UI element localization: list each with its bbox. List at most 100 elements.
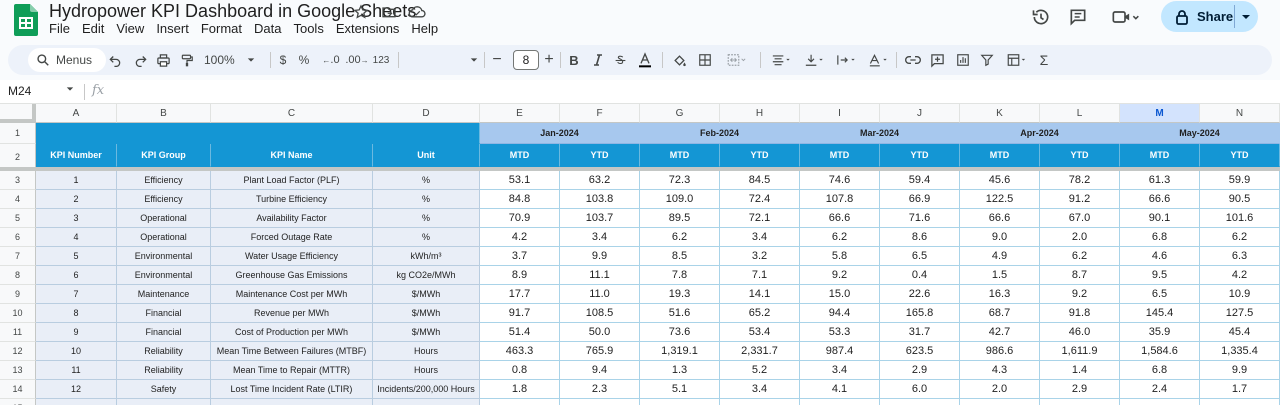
insert-chart-icon[interactable] <box>954 50 972 70</box>
value-cell[interactable]: 103.8 <box>560 190 640 209</box>
kpi-unit-cell[interactable]: % <box>373 209 480 228</box>
kpi-name-cell[interactable]: Revenue per MWh <box>211 304 373 323</box>
value-cell[interactable]: 53.4 <box>720 323 800 342</box>
value-cell[interactable]: 127.5 <box>1200 304 1280 323</box>
value-cell[interactable]: 91.7 <box>480 304 560 323</box>
value-cell[interactable]: 53.1 <box>480 171 560 190</box>
value-cell[interactable]: 6.2 <box>1200 228 1280 247</box>
empty-cell[interactable] <box>1040 399 1120 405</box>
borders-icon[interactable] <box>696 50 714 70</box>
value-cell[interactable]: 101.6 <box>1200 209 1280 228</box>
empty-cell[interactable] <box>211 399 373 405</box>
value-cell[interactable]: 6.8 <box>1120 361 1200 380</box>
value-cell[interactable]: 4.1 <box>800 380 880 399</box>
value-cell[interactable]: 6.2 <box>800 228 880 247</box>
period-header[interactable]: YTD <box>560 144 640 167</box>
kpi-name-cell[interactable]: Mean Time to Repair (MTTR) <box>211 361 373 380</box>
period-header[interactable]: MTD <box>1120 144 1200 167</box>
header-band[interactable] <box>36 123 480 144</box>
value-cell[interactable]: 16.3 <box>960 285 1040 304</box>
kpi-number-cell[interactable]: 3 <box>36 209 117 228</box>
value-cell[interactable]: 3.4 <box>720 228 800 247</box>
value-cell[interactable]: 6.2 <box>1040 247 1120 266</box>
menu-format[interactable]: Format <box>195 21 248 37</box>
name-box[interactable]: M24 <box>8 84 80 100</box>
value-cell[interactable]: 5.1 <box>640 380 720 399</box>
value-cell[interactable]: 3.2 <box>720 247 800 266</box>
empty-cell[interactable] <box>1200 399 1280 405</box>
sheets-logo-icon[interactable] <box>14 4 38 36</box>
empty-cell[interactable] <box>800 399 880 405</box>
version-history-icon[interactable] <box>1029 6 1053 28</box>
value-cell[interactable]: 10.9 <box>1200 285 1280 304</box>
value-cell[interactable]: 65.2 <box>720 304 800 323</box>
value-cell[interactable]: 84.8 <box>480 190 560 209</box>
comments-icon[interactable] <box>1066 6 1090 28</box>
value-cell[interactable]: 68.7 <box>960 304 1040 323</box>
row-header-8[interactable]: 8 <box>0 266 36 285</box>
value-cell[interactable]: 91.2 <box>1040 190 1120 209</box>
value-cell[interactable]: 4.9 <box>960 247 1040 266</box>
decrease-font-size-button[interactable]: − <box>490 50 504 70</box>
empty-cell[interactable] <box>117 399 211 405</box>
value-cell[interactable]: 6.8 <box>1120 228 1200 247</box>
kpi-group-cell[interactable]: Environmental <box>117 247 211 266</box>
value-cell[interactable]: 91.8 <box>1040 304 1120 323</box>
value-cell[interactable]: 35.9 <box>1120 323 1200 342</box>
menu-tools[interactable]: Tools <box>287 21 329 37</box>
increase-font-size-button[interactable]: + <box>542 50 556 70</box>
menu-insert[interactable]: Insert <box>150 21 195 37</box>
value-cell[interactable]: 1,611.9 <box>1040 342 1120 361</box>
value-cell[interactable]: 1.3 <box>640 361 720 380</box>
undo-icon[interactable] <box>106 50 124 70</box>
value-cell[interactable]: 3.7 <box>480 247 560 266</box>
value-cell[interactable]: 8.9 <box>480 266 560 285</box>
font-select[interactable] <box>408 50 480 70</box>
star-icon[interactable] <box>352 3 370 21</box>
value-cell[interactable]: 11.0 <box>560 285 640 304</box>
kpi-name-cell[interactable]: Forced Outage Rate <box>211 228 373 247</box>
move-folder-icon[interactable] <box>380 3 398 21</box>
value-cell[interactable]: 107.8 <box>800 190 880 209</box>
empty-cell[interactable] <box>640 399 720 405</box>
kpi-group-cell[interactable]: Financial <box>117 323 211 342</box>
empty-cell[interactable] <box>36 399 117 405</box>
row-header-6[interactable]: 6 <box>0 228 36 247</box>
month-header[interactable]: May-2024 <box>1120 123 1280 144</box>
column-header-k[interactable]: K <box>960 104 1040 123</box>
value-cell[interactable]: 9.0 <box>960 228 1040 247</box>
value-cell[interactable]: 2.9 <box>1040 380 1120 399</box>
kpi-name-cell[interactable]: Cost of Production per MWh <box>211 323 373 342</box>
value-cell[interactable]: 2.4 <box>1120 380 1200 399</box>
period-header[interactable]: MTD <box>800 144 880 167</box>
functions-button[interactable]: Σ <box>1036 50 1052 70</box>
value-cell[interactable]: 7.8 <box>640 266 720 285</box>
value-cell[interactable]: 66.6 <box>800 209 880 228</box>
value-cell[interactable]: 51.6 <box>640 304 720 323</box>
column-header-m[interactable]: M <box>1120 104 1200 123</box>
value-cell[interactable]: 5.2 <box>720 361 800 380</box>
row-header-12[interactable]: 12 <box>0 342 36 361</box>
month-header[interactable]: Apr-2024 <box>960 123 1120 144</box>
value-cell[interactable]: 70.9 <box>480 209 560 228</box>
empty-cell[interactable] <box>880 399 960 405</box>
value-cell[interactable]: 0.4 <box>880 266 960 285</box>
value-cell[interactable]: 42.7 <box>960 323 1040 342</box>
kpi-number-cell[interactable]: 9 <box>36 323 117 342</box>
kpi-unit-cell[interactable]: % <box>373 190 480 209</box>
value-cell[interactable]: 103.7 <box>560 209 640 228</box>
kpi-number-cell[interactable]: 6 <box>36 266 117 285</box>
value-cell[interactable]: 66.6 <box>960 209 1040 228</box>
horizontal-align-icon[interactable] <box>766 50 796 70</box>
period-header[interactable]: YTD <box>720 144 800 167</box>
value-cell[interactable]: 14.1 <box>720 285 800 304</box>
kpi-number-cell[interactable]: 2 <box>36 190 117 209</box>
value-cell[interactable]: 3.4 <box>800 361 880 380</box>
empty-cell[interactable] <box>560 399 640 405</box>
column-header-e[interactable]: E <box>480 104 560 123</box>
strikethrough-icon[interactable] <box>612 50 628 70</box>
kpi-name-cell[interactable]: Mean Time Between Failures (MTBF) <box>211 342 373 361</box>
kpi-name-cell[interactable]: Water Usage Efficiency <box>211 247 373 266</box>
value-cell[interactable]: 84.5 <box>720 171 800 190</box>
filter-icon[interactable] <box>978 50 996 70</box>
